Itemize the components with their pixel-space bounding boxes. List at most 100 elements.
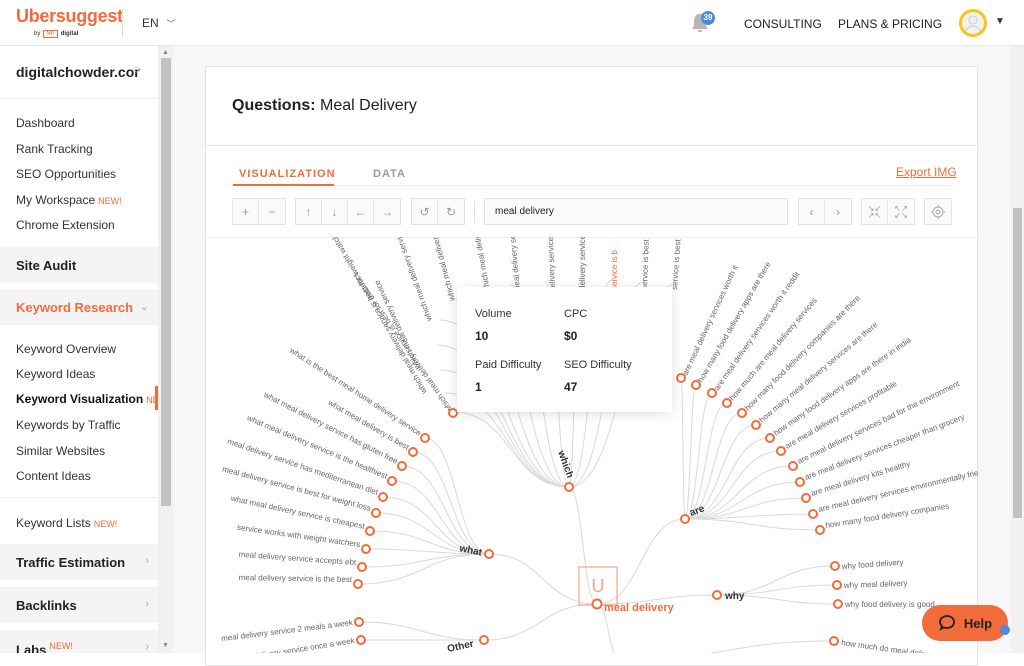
sidebar-section-traffic-estimation[interactable]: Traffic Estimation ›	[0, 544, 158, 580]
leaf-label[interactable]: which meal delivery service is	[389, 237, 434, 323]
collapse-button[interactable]: ↘↙ ↗↖	[862, 199, 888, 224]
domain-switch-icon[interactable]: ︿ ﹀	[132, 62, 141, 79]
zoom-in-button[interactable]: +	[233, 199, 259, 224]
sidebar-item-keyword-ideas[interactable]: Keyword Ideas	[16, 367, 95, 381]
leaf-label[interactable]: meal delivery service is the best	[239, 573, 353, 584]
leaf-node[interactable]	[397, 461, 407, 471]
leaf-label[interactable]: service is b	[610, 249, 619, 290]
export-img-link[interactable]: Export IMG	[896, 165, 957, 179]
leaf-node[interactable]	[830, 561, 840, 571]
sidebar-item-keyword-visualization[interactable]: Keyword VisualizationNEW!	[16, 392, 158, 406]
leaf-label[interactable]: meal delivery service accepts ebt	[238, 550, 357, 567]
scroll-up-icon[interactable]: ▲	[162, 49, 169, 56]
hub-node[interactable]	[680, 514, 690, 524]
account-caret-icon[interactable]: ▼	[995, 16, 1005, 27]
leaf-label[interactable]: which meal delivery	[430, 237, 457, 303]
leaf-label[interactable]: delivery service is best	[545, 237, 557, 292]
keyword-search-input[interactable]: meal delivery	[484, 198, 788, 225]
leaf-node[interactable]	[371, 508, 381, 518]
sidebar-section-labs[interactable]: Labs NEW! ›	[0, 630, 158, 653]
expand-button[interactable]: ↖↗ ↙↘	[888, 199, 914, 224]
leaf-label[interactable]: service is best	[640, 238, 651, 290]
next-button[interactable]: ›	[825, 199, 851, 224]
redo-button[interactable]: ↻	[438, 199, 464, 224]
move-down-button[interactable]: ↓	[322, 199, 348, 224]
sidebar-item-keyword-overview[interactable]: Keyword Overview	[16, 342, 116, 356]
leaf-node[interactable]	[387, 476, 397, 486]
leaf-node[interactable]	[829, 636, 839, 646]
leaf-label[interactable]: which meal delivery service is good	[461, 237, 492, 294]
leaf-label[interactable]: delivery service has	[578, 237, 587, 290]
leaf-node[interactable]	[356, 635, 366, 645]
leaf-node[interactable]	[833, 599, 843, 609]
root-node[interactable]	[591, 598, 603, 610]
scroll-down-icon[interactable]: ▼	[162, 642, 169, 649]
sidebar-item-similar-websites[interactable]: Similar Websites	[16, 444, 105, 458]
move-left-button[interactable]: ←	[348, 199, 374, 224]
leaf-node[interactable]	[365, 526, 375, 536]
leaf-node[interactable]	[361, 544, 371, 554]
hub-node[interactable]	[564, 482, 574, 492]
leaf-node[interactable]	[795, 477, 805, 487]
sidebar-item-keywords-by-traffic[interactable]: Keywords by Traffic	[16, 418, 120, 432]
language-selector[interactable]: EN ﹀	[142, 16, 176, 30]
leaf-label[interactable]: service works with weight watchers	[236, 523, 361, 549]
leaf-node[interactable]	[353, 579, 363, 589]
leaf-node[interactable]	[832, 580, 842, 590]
sidebar-item-seo-opportunities[interactable]: SEO Opportunities	[16, 167, 116, 181]
sidebar-scrollbar-thumb[interactable]	[161, 58, 171, 506]
leaf-node[interactable]	[776, 446, 786, 456]
leaf-node[interactable]	[751, 420, 761, 430]
center-button[interactable]	[925, 199, 951, 224]
sidebar-item-rank-tracking[interactable]: Rank Tracking	[16, 142, 93, 156]
sidebar-section-keyword-research[interactable]: Keyword Research ⌄	[0, 289, 158, 325]
leaf-label[interactable]: service is best	[670, 238, 683, 290]
sidebar-section-site-audit[interactable]: Site Audit	[0, 247, 158, 283]
project-domain[interactable]: digitalchowder.cor	[16, 64, 140, 80]
sidebar-item-content-ideas[interactable]: Content Ideas	[16, 469, 91, 483]
leaf-label[interactable]: meal delivery service is best for weight…	[221, 465, 371, 513]
main-scrollbar-thumb[interactable]	[1013, 208, 1022, 518]
leaf-node[interactable]	[815, 525, 825, 535]
leaf-node[interactable]	[722, 398, 732, 408]
tab-visualization[interactable]: VISUALIZATION	[239, 168, 336, 180]
move-up-button[interactable]: ↑	[296, 199, 322, 224]
sidebar-item-my-workspace[interactable]: My Workspace NEW!	[16, 193, 122, 207]
sidebar-item-keyword-lists[interactable]: Keyword Lists NEW!	[16, 516, 117, 530]
leaf-node[interactable]	[765, 433, 775, 443]
leaf-label[interactable]: why meal delivery	[843, 579, 908, 590]
sidebar-section-backlinks[interactable]: Backlinks ›	[0, 587, 158, 623]
tab-data[interactable]: DATA	[373, 168, 406, 180]
leaf-node[interactable]	[788, 461, 798, 471]
leaf-node[interactable]	[420, 433, 430, 443]
consulting-link[interactable]: CONSULTING	[744, 17, 822, 31]
leaf-label[interactable]: are meal delivery services environmental…	[817, 465, 978, 514]
plans-pricing-link[interactable]: PLANS & PRICING	[838, 17, 942, 31]
leaf-node[interactable]	[707, 388, 717, 398]
leaf-node[interactable]	[378, 492, 388, 502]
leaf-node[interactable]	[448, 408, 458, 418]
leaf-label[interactable]: meal delivery service is	[506, 237, 522, 293]
leaf-label[interactable]: why food delivery	[841, 558, 904, 571]
leaf-node[interactable]	[408, 447, 418, 457]
leaf-node[interactable]	[357, 562, 367, 572]
leaf-label[interactable]: which meal delivery service is best for …	[324, 237, 429, 396]
prev-button[interactable]: ‹	[799, 199, 825, 224]
leaf-node[interactable]	[801, 493, 811, 503]
hub-node[interactable]	[484, 549, 494, 559]
undo-button[interactable]: ↺	[412, 199, 438, 224]
hub-node[interactable]	[479, 635, 489, 645]
sidebar-item-chrome-extension[interactable]: Chrome Extension	[16, 218, 115, 232]
leaf-node[interactable]	[737, 408, 747, 418]
help-button[interactable]: Help	[922, 605, 1008, 641]
sidebar-item-dashboard[interactable]: Dashboard	[16, 116, 75, 130]
leaf-label[interactable]: why food delivery is good	[844, 600, 935, 609]
logo[interactable]: Ubersuggest by NP digital	[16, 6, 123, 38]
zoom-out-button[interactable]: −	[259, 199, 285, 224]
move-right-button[interactable]: →	[374, 199, 400, 224]
leaf-node[interactable]	[354, 617, 364, 627]
avatar[interactable]	[959, 9, 987, 37]
leaf-node[interactable]	[808, 509, 818, 519]
hub-node[interactable]	[712, 590, 722, 600]
leaf-label[interactable]: how much do meal delivery	[841, 638, 938, 653]
